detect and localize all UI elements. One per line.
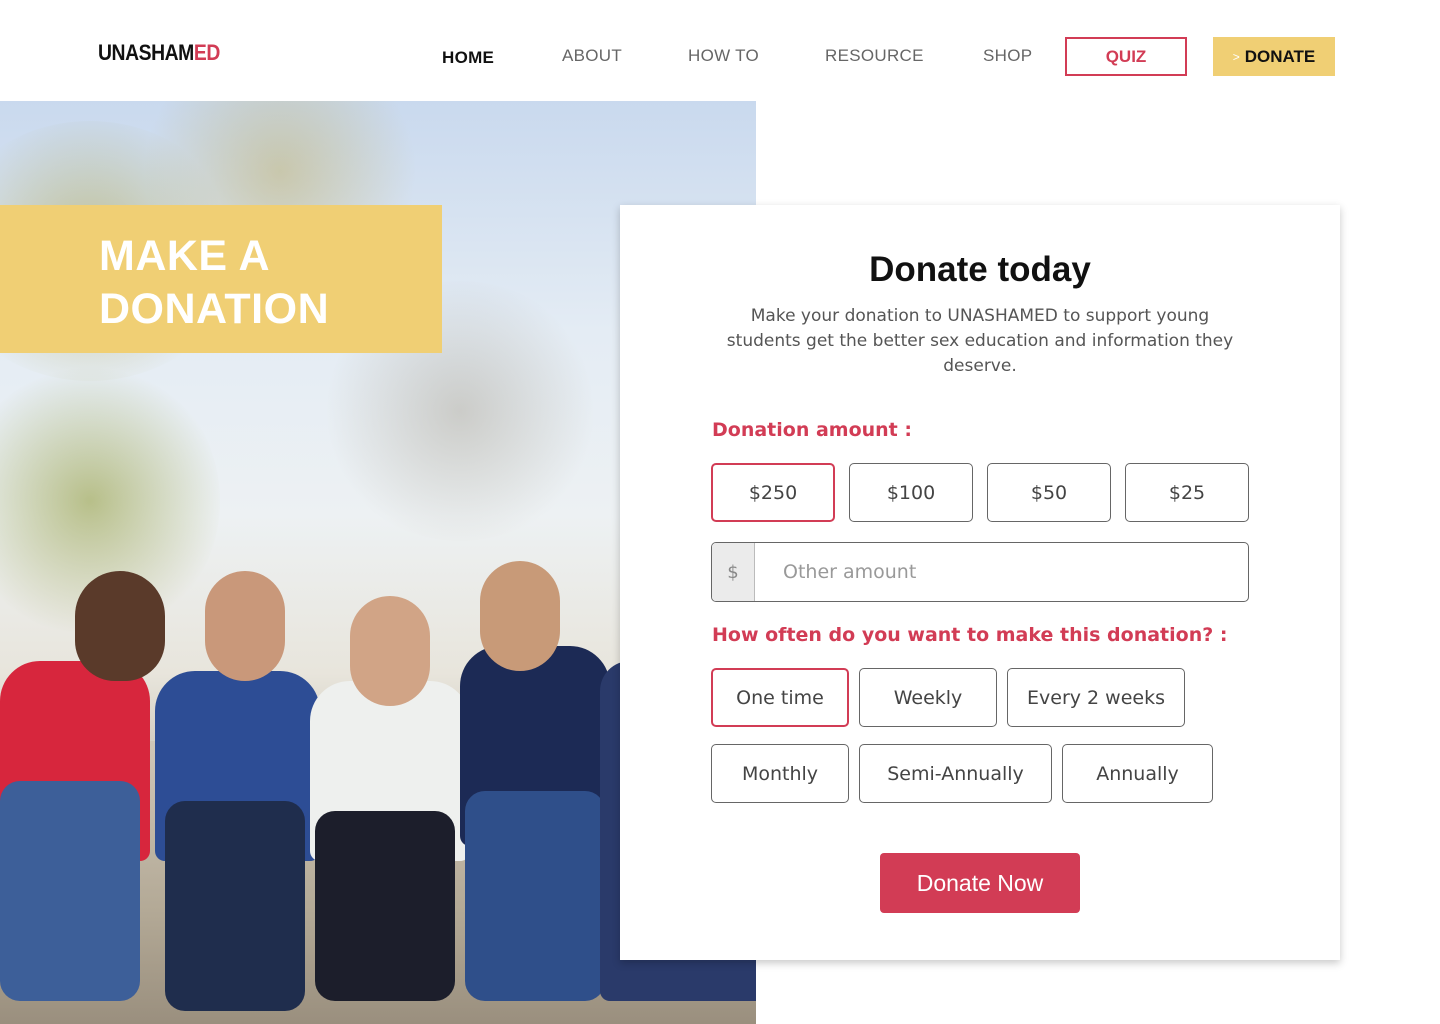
- nav-resource[interactable]: RESOURCE: [825, 46, 924, 66]
- card-description: Make your donation to UNASHAMED to suppo…: [726, 306, 1234, 376]
- person-head: [75, 571, 165, 681]
- donate-now-button[interactable]: Donate Now: [880, 853, 1080, 913]
- donate-nav-label: DONATE: [1244, 46, 1316, 66]
- hero-title: MAKE A DONATION: [99, 232, 330, 333]
- person-head: [205, 571, 285, 681]
- amount-option-50[interactable]: $50: [987, 463, 1111, 522]
- frequency-semi-annually[interactable]: Semi-Annually: [859, 744, 1052, 803]
- person-jeans: [165, 801, 305, 1011]
- amount-option-250[interactable]: $250: [711, 463, 835, 522]
- nav-about[interactable]: ABOUT: [562, 46, 622, 66]
- quiz-button[interactable]: QUIZ: [1065, 37, 1187, 76]
- donate-nav-button[interactable]: > DONATE: [1213, 37, 1335, 76]
- nav-shop[interactable]: SHOP: [983, 46, 1032, 66]
- person-jeans: [465, 791, 605, 1001]
- other-amount-field[interactable]: $: [711, 542, 1249, 602]
- person-head: [350, 596, 430, 706]
- amount-option-25[interactable]: $25: [1125, 463, 1249, 522]
- frequency-one-time[interactable]: One time: [711, 668, 849, 727]
- card-title: Donate today: [869, 250, 1091, 289]
- frequency-annually[interactable]: Annually: [1062, 744, 1213, 803]
- site-header: UNASHAMED HOME ABOUT HOW TO RESOURCE SHO…: [0, 0, 1440, 101]
- frequency-weekly[interactable]: Weekly: [859, 668, 997, 727]
- dollar-prefix: $: [712, 543, 755, 601]
- person-head: [480, 561, 560, 671]
- person-jeans: [0, 781, 140, 1001]
- frequency-label: How often do you want to make this donat…: [712, 624, 1228, 646]
- other-amount-input[interactable]: [756, 543, 1248, 601]
- donation-amount-label: Donation amount :: [712, 419, 912, 441]
- donation-card: Donate today Make your donation to UNASH…: [620, 205, 1340, 960]
- logo[interactable]: UNASHAMED: [98, 40, 220, 66]
- frequency-monthly[interactable]: Monthly: [711, 744, 849, 803]
- frequency-every-2-weeks[interactable]: Every 2 weeks: [1007, 668, 1185, 727]
- nav-how-to[interactable]: HOW TO: [688, 46, 759, 66]
- nav-home[interactable]: HOME: [442, 48, 494, 68]
- chevron-right-icon: >: [1232, 49, 1240, 64]
- amount-option-100[interactable]: $100: [849, 463, 973, 522]
- person-pants: [315, 811, 455, 1001]
